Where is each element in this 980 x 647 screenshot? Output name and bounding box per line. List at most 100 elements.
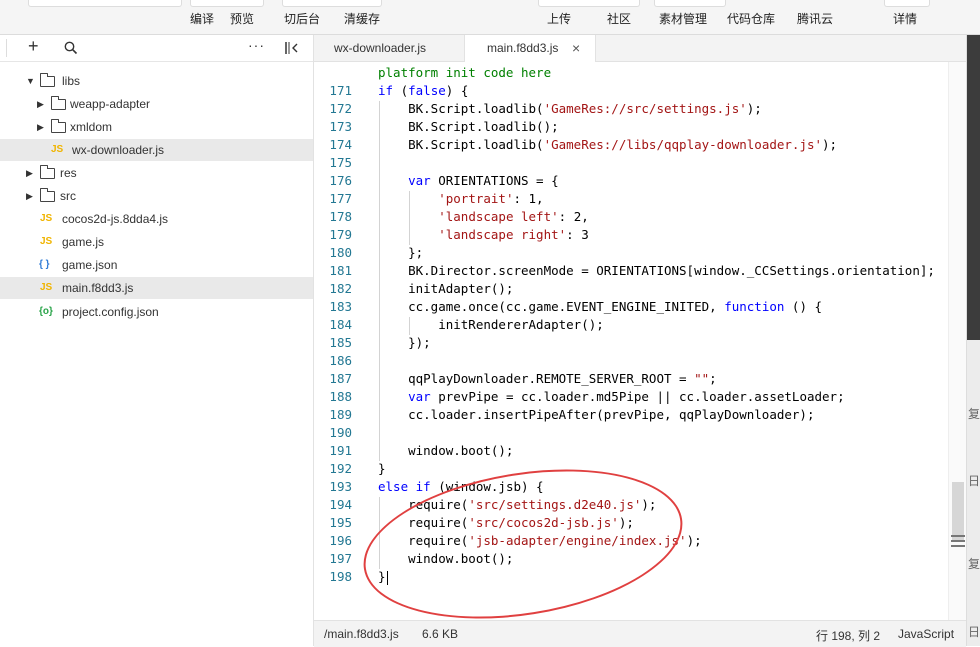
collapse-panel-icon[interactable]	[284, 41, 300, 55]
code-line: window.boot();	[378, 551, 514, 566]
toolbar-group-box	[282, 0, 382, 7]
explorer-toolbar: + ···	[0, 35, 313, 62]
caret-right-icon[interactable]: ▶	[37, 93, 44, 115]
line-number: 195	[329, 515, 352, 530]
caret-down-icon[interactable]: ▼	[26, 70, 35, 92]
toolbar-preview-button[interactable]: 预览	[230, 10, 254, 27]
tree-file-project-config[interactable]: {o} project.config.json	[0, 301, 313, 323]
toolbar-group-box	[654, 0, 726, 7]
side-text: 复	[968, 407, 980, 421]
code-line: require('src/cocos2d-jsb.js');	[378, 515, 634, 530]
line-number: 184	[329, 317, 352, 332]
status-cursor-position[interactable]: 行 198, 列 2	[816, 627, 880, 644]
line-number: 180	[329, 245, 352, 260]
editor-scrollbar[interactable]	[948, 62, 967, 620]
close-tab-icon[interactable]: ×	[572, 35, 580, 61]
scrollbar-thumb[interactable]	[952, 482, 964, 542]
tab-wx-downloader[interactable]: wx-downloader.js	[314, 35, 465, 61]
more-options-icon[interactable]: ···	[248, 37, 265, 53]
line-number: 185	[329, 335, 352, 350]
line-number: 181	[329, 263, 352, 278]
tree-item-label: game.js	[62, 235, 105, 249]
toolbar-repo-button[interactable]: 代码仓库	[727, 10, 775, 27]
line-number: 191	[329, 443, 352, 458]
tree-item-label: libs	[62, 74, 81, 88]
tree-item-label: wx-downloader.js	[72, 143, 165, 157]
tree-folder-libs[interactable]: ▼ libs	[0, 70, 313, 92]
toolbar-community-button[interactable]: 社区	[607, 10, 631, 27]
code-editor[interactable]: platform init code here if (false) { BK.S…	[378, 62, 948, 620]
tree-file-wx-downloader[interactable]: JS wx-downloader.js	[0, 139, 313, 161]
toolbar-project-select[interactable]	[28, 0, 182, 7]
tree-folder-weapp-adapter[interactable]: ▶ weapp-adapter	[0, 93, 313, 115]
side-text: 复	[968, 557, 980, 571]
folder-icon	[40, 188, 55, 202]
toolbar-assets-button[interactable]: 素材管理	[659, 10, 707, 27]
toolbar-background-button[interactable]: 切后台	[284, 10, 320, 27]
tree-file-game-js[interactable]: JS game.js	[0, 231, 313, 253]
tab-main[interactable]: main.f8dd3.js ×	[465, 35, 596, 62]
add-file-icon[interactable]: +	[28, 36, 39, 57]
toolbar-upload-button[interactable]: 上传	[547, 10, 571, 27]
line-number: 190	[329, 425, 352, 440]
tree-item-label: project.config.json	[62, 305, 159, 319]
tree-file-main[interactable]: JS main.f8dd3.js	[0, 277, 313, 299]
json-file-icon: { }	[39, 259, 50, 270]
line-number: 183	[329, 299, 352, 314]
code-line: cc.loader.insertPipeAfter(prevPipe, qqPl…	[378, 407, 815, 422]
line-number: 197	[329, 551, 352, 566]
line-number: 175	[329, 155, 352, 170]
tree-item-label: res	[60, 166, 77, 180]
folder-icon	[40, 73, 55, 87]
status-language[interactable]: JavaScript	[898, 627, 954, 641]
status-file-path: /main.f8dd3.js	[324, 627, 399, 641]
search-icon[interactable]	[64, 41, 78, 55]
folder-icon	[51, 96, 66, 110]
code-line: BK.Script.loadlib('GameRes://src/setting…	[378, 101, 762, 116]
toolbar-clear-cache-button[interactable]: 清缓存	[344, 10, 380, 27]
code-line: 'portrait': 1,	[438, 191, 544, 206]
line-number: 198	[329, 569, 352, 584]
tree-folder-src[interactable]: ▶ src	[0, 185, 313, 207]
code-line: BK.Script.loadlib('GameRes://libs/qqplay…	[378, 137, 838, 152]
caret-right-icon[interactable]: ▶	[26, 162, 33, 184]
line-number: 192	[329, 461, 352, 476]
code-line: });	[378, 335, 431, 350]
tree-folder-xmldom[interactable]: ▶ xmldom	[0, 116, 313, 138]
tree-file-cocos2d[interactable]: JS cocos2d-js.8dda4.js	[0, 208, 313, 230]
code-line: window.boot();	[378, 443, 514, 458]
tree-item-label: weapp-adapter	[70, 97, 151, 111]
tree-item-label: cocos2d-js.8dda4.js	[62, 212, 169, 226]
tree-folder-res[interactable]: ▶ res	[0, 162, 313, 184]
scroll-marker	[951, 545, 965, 547]
caret-right-icon[interactable]: ▶	[37, 116, 44, 138]
code-line: var ORIENTATIONS = {	[408, 173, 559, 188]
line-number: 171	[329, 83, 352, 98]
toolbar-group-box	[884, 0, 930, 7]
line-number: 182	[329, 281, 352, 296]
panel-edge	[0, 39, 7, 57]
tree-file-game-json[interactable]: { } game.json	[0, 254, 313, 276]
toolbar-tencent-cloud-button[interactable]: 腾讯云	[797, 10, 833, 27]
line-number: 179	[329, 227, 352, 242]
dark-panel	[967, 35, 980, 340]
line-number: 189	[329, 407, 352, 422]
line-number: 187	[329, 371, 352, 386]
line-number: 186	[329, 353, 352, 368]
tree-item-label: main.f8dd3.js	[62, 281, 134, 295]
code-line: };	[378, 245, 424, 260]
caret-right-icon[interactable]: ▶	[26, 185, 33, 207]
code-line: }	[378, 569, 386, 584]
toolbar-compile-button[interactable]: 编译	[190, 10, 214, 27]
tree-item-label: xmldom	[70, 120, 113, 134]
file-explorer: + ··· ▼ libs ▶ weapp-adapter ▶ xmldom JS…	[0, 35, 314, 646]
js-file-icon: JS	[51, 144, 64, 155]
js-file-icon: JS	[40, 236, 53, 247]
code-line: BK.Director.screenMode = ORIENTATIONS[wi…	[378, 263, 935, 278]
js-file-icon: JS	[40, 213, 53, 224]
toolbar-details-button[interactable]: 详情	[893, 10, 917, 27]
code-line: initAdapter();	[378, 281, 514, 296]
code-line: else if (window.jsb) {	[378, 479, 544, 494]
tree-item-label: src	[60, 189, 76, 203]
js-file-icon: JS	[40, 282, 53, 293]
